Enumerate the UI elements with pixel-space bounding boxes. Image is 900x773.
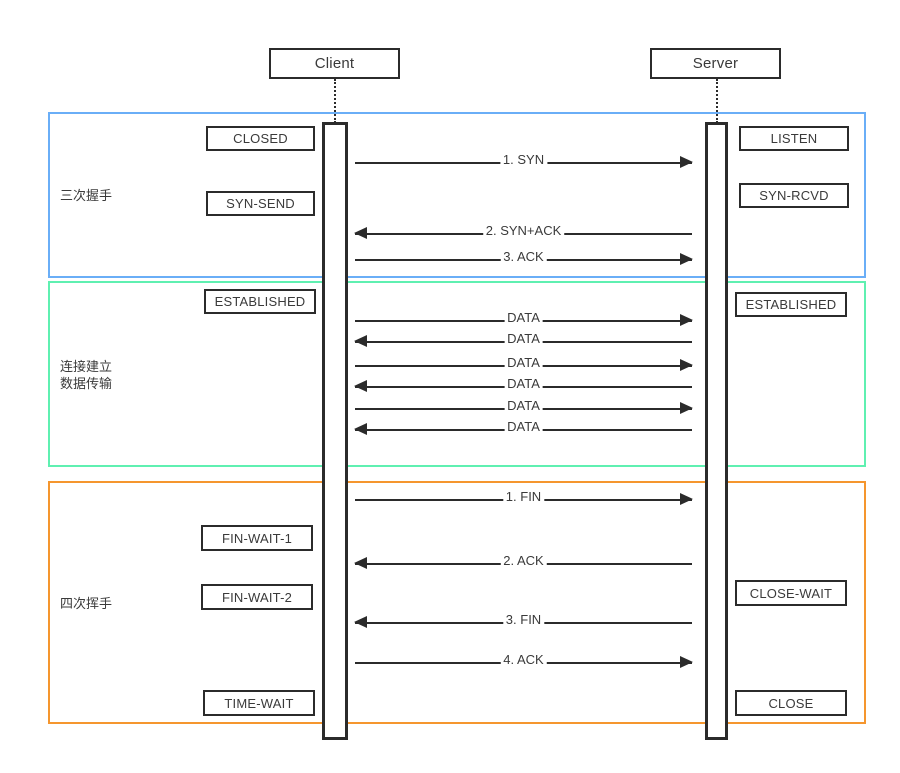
phase-label-transfer: 连接建立 数据传输	[60, 359, 113, 391]
message-arrow-transfer-7: DATA	[354, 375, 692, 393]
message-arrow-handshake-2: 2. SYN+ACK	[354, 222, 692, 240]
state-box-server-established: ESTABLISHED	[735, 292, 847, 317]
state-box-server-close-wait: CLOSE-WAIT	[735, 580, 847, 606]
message-label: 1. SYN	[499, 151, 548, 169]
state-box-client-time-wait: TIME-WAIT	[203, 690, 315, 716]
message-arrow-handshake-3: 3. ACK	[355, 248, 693, 266]
message-label: 4. ACK	[500, 651, 547, 669]
arrowhead-left-icon	[354, 380, 367, 392]
message-arrow-transfer-6: DATA	[355, 354, 693, 372]
arrowhead-left-icon	[354, 616, 367, 628]
message-arrow-transfer-8: DATA	[355, 397, 693, 415]
arrowhead-right-icon	[680, 314, 693, 326]
message-label: 2. SYN+ACK	[482, 222, 565, 240]
message-label: 1. FIN	[502, 488, 545, 506]
message-arrow-transfer-4: DATA	[355, 309, 693, 327]
arrowhead-right-icon	[680, 402, 693, 414]
message-label: 3. FIN	[502, 611, 545, 629]
message-arrow-teardown-11: 2. ACK	[354, 552, 692, 570]
state-box-client-established: ESTABLISHED	[204, 289, 316, 314]
state-box-client-fin-wait-2: FIN-WAIT-2	[201, 584, 313, 610]
message-arrow-transfer-9: DATA	[354, 418, 692, 436]
arrowhead-right-icon	[680, 359, 693, 371]
activation-bar-client	[322, 122, 348, 740]
state-box-client-fin-wait-1: FIN-WAIT-1	[201, 525, 313, 551]
arrowhead-left-icon	[354, 423, 367, 435]
state-box-client-closed: CLOSED	[206, 126, 315, 151]
sequence-diagram-canvas: 三次握手 连接建立 数据传输 四次挥手 1. SYN 2. SYN+ACK 3. A…	[0, 0, 900, 773]
message-label: DATA	[504, 397, 543, 415]
arrowhead-left-icon	[354, 557, 367, 569]
message-arrow-teardown-12: 3. FIN	[354, 611, 692, 629]
message-arrow-teardown-13: 4. ACK	[355, 651, 693, 669]
message-label: DATA	[504, 354, 543, 372]
actor-server[interactable]: Server	[650, 48, 781, 79]
actor-client[interactable]: Client	[269, 48, 400, 79]
phase-label-teardown: 四次挥手	[60, 596, 113, 611]
message-label: 2. ACK	[500, 552, 547, 570]
activation-bar-server	[705, 122, 728, 740]
message-arrow-transfer-5: DATA	[354, 330, 692, 348]
state-box-server-listen: LISTEN	[739, 126, 849, 151]
state-box-server-close: CLOSE	[735, 690, 847, 716]
phase-label-handshake: 三次握手	[60, 188, 113, 203]
state-box-server-syn-rcvd: SYN-RCVD	[739, 183, 849, 208]
arrowhead-right-icon	[680, 156, 693, 168]
message-label: DATA	[504, 418, 543, 436]
state-box-client-syn-send: SYN-SEND	[206, 191, 315, 216]
arrowhead-right-icon	[680, 493, 693, 505]
arrowhead-right-icon	[680, 253, 693, 265]
message-arrow-teardown-10: 1. FIN	[355, 488, 693, 506]
message-label: 3. ACK	[500, 248, 547, 266]
arrowhead-left-icon	[354, 227, 367, 239]
message-label: DATA	[504, 375, 543, 393]
arrowhead-left-icon	[354, 335, 367, 347]
arrowhead-right-icon	[680, 656, 693, 668]
message-label: DATA	[504, 309, 543, 327]
message-label: DATA	[504, 330, 543, 348]
message-arrow-handshake-1: 1. SYN	[355, 151, 693, 169]
